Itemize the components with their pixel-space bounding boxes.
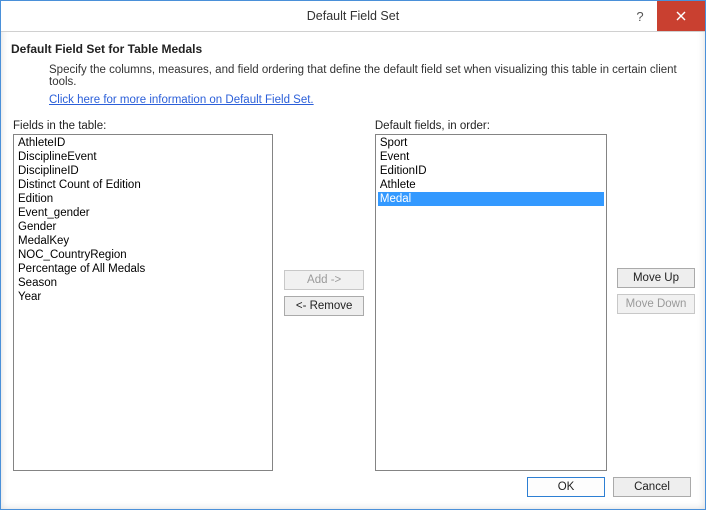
window-title: Default Field Set (307, 9, 399, 23)
dialog-footer: OK Cancel (11, 471, 695, 499)
fields-listbox[interactable]: AthleteIDDisciplineEventDisciplineIDDist… (13, 134, 273, 471)
window-controls: ? (623, 1, 705, 31)
move-down-button[interactable]: Move Down (617, 294, 695, 314)
close-icon (676, 11, 686, 21)
list-item[interactable]: AthleteID (16, 136, 270, 150)
list-item[interactable]: Distinct Count of Edition (16, 178, 270, 192)
default-fields-listbox[interactable]: SportEventEditionIDAthleteMedal (375, 134, 608, 471)
dialog-body: Default Field Set for Table Medals Speci… (1, 32, 705, 509)
order-buttons: Move Up Move Down (615, 120, 695, 471)
default-fields-label: Default fields, in order: (375, 120, 608, 132)
ok-button[interactable]: OK (527, 477, 605, 497)
list-item[interactable]: EditionID (378, 164, 605, 178)
main-area: Fields in the table: AthleteIDDiscipline… (11, 120, 695, 471)
list-item[interactable]: Sport (378, 136, 605, 150)
remove-button[interactable]: <- Remove (284, 296, 364, 316)
description-text: Specify the columns, measures, and field… (49, 64, 695, 88)
list-item[interactable]: DisciplineID (16, 164, 270, 178)
list-item[interactable]: Event (378, 150, 605, 164)
dialog-window: Default Field Set ? Default Field Set fo… (0, 0, 706, 510)
list-item[interactable]: NOC_CountryRegion (16, 248, 270, 262)
transfer-buttons: Add -> <- Remove (279, 120, 368, 471)
cancel-button[interactable]: Cancel (613, 477, 691, 497)
list-item[interactable]: Year (16, 290, 270, 304)
close-button[interactable] (657, 1, 705, 31)
add-button[interactable]: Add -> (284, 270, 364, 290)
list-item[interactable]: Edition (16, 192, 270, 206)
list-item[interactable]: MedalKey (16, 234, 270, 248)
move-up-button[interactable]: Move Up (617, 268, 695, 288)
fields-column: Fields in the table: AthleteIDDiscipline… (13, 120, 273, 471)
list-item[interactable]: Medal (378, 192, 605, 206)
fields-label: Fields in the table: (13, 120, 273, 132)
help-button[interactable]: ? (623, 1, 657, 31)
more-info-link[interactable]: Click here for more information on Defau… (49, 94, 695, 106)
header-text: Default Field Set for Table Medals (11, 42, 695, 56)
list-item[interactable]: DisciplineEvent (16, 150, 270, 164)
list-item[interactable]: Event_gender (16, 206, 270, 220)
list-item[interactable]: Season (16, 276, 270, 290)
list-item[interactable]: Gender (16, 220, 270, 234)
default-fields-column: Default fields, in order: SportEventEdit… (375, 120, 608, 471)
list-item[interactable]: Percentage of All Medals (16, 262, 270, 276)
list-item[interactable]: Athlete (378, 178, 605, 192)
title-bar: Default Field Set ? (1, 1, 705, 32)
